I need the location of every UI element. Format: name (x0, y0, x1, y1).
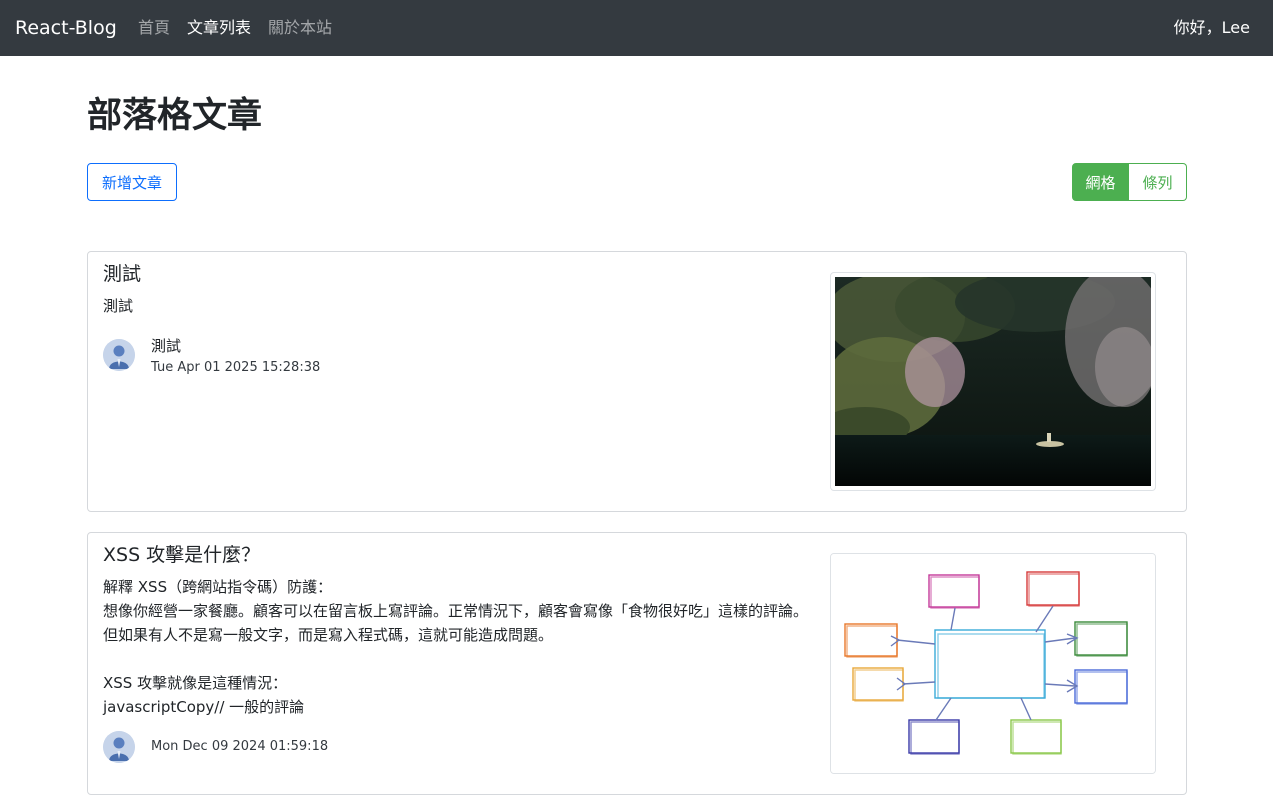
post-card[interactable]: 測試 測試 測試 Tue Apr 01 2025 15:28:38 (87, 251, 1187, 512)
brand-logo[interactable]: React-Blog (15, 15, 117, 41)
post-title[interactable]: 測試 (103, 262, 141, 286)
grid-view-button[interactable]: 網格 (1072, 163, 1129, 201)
flowchart-sketch-image-icon (831, 554, 1155, 773)
post-date: Tue Apr 01 2025 15:28:38 (151, 360, 321, 375)
post-thumbnail[interactable] (830, 272, 1156, 491)
author-avatar-icon (103, 339, 135, 371)
post-title[interactable]: XSS 攻擊是什麼？ (103, 543, 260, 567)
page-title: 部落格文章 (87, 96, 263, 136)
post-thumbnail[interactable] (830, 553, 1156, 774)
post-date: Mon Dec 09 2024 01:59:18 (151, 739, 329, 754)
post-excerpt: 測試 (103, 297, 134, 315)
new-post-button[interactable]: 新增文章 (87, 163, 177, 201)
post-card[interactable]: XSS 攻擊是什麼？ 解釋 XSS（跨網站指令碼）防護： 想像你經營一家餐廳。顧… (87, 532, 1187, 795)
nav-link-posts[interactable]: 文章列表 (187, 17, 251, 39)
nav-link-about[interactable]: 關於本站 (268, 17, 332, 39)
nav-link-home[interactable]: 首頁 (138, 17, 170, 39)
top-navbar: React-Blog 首頁 文章列表 關於本站 你好，Lee (0, 0, 1273, 56)
list-view-button[interactable]: 條列 (1129, 163, 1187, 201)
author-avatar-icon (103, 731, 135, 763)
nav-links: 首頁 文章列表 關於本站 (138, 17, 332, 39)
post-author: 測試 (151, 337, 182, 355)
post-excerpt: 解釋 XSS（跨網站指令碼）防護： 想像你經營一家餐廳。顧客可以在留言板上寫評論… (103, 578, 809, 716)
view-toggle: 網格 條列 (1072, 163, 1187, 201)
user-greeting[interactable]: 你好，Lee (1174, 17, 1250, 39)
lake-forest-photo-icon (835, 277, 1151, 486)
